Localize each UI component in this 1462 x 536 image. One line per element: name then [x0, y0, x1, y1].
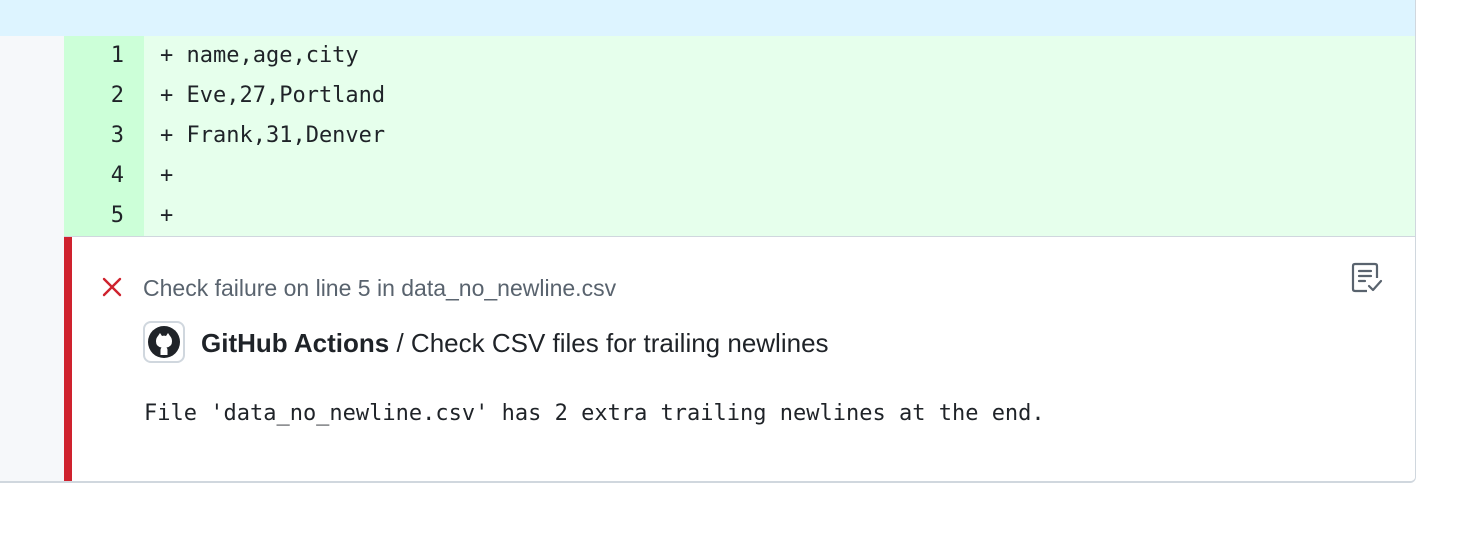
- line-code: +: [160, 203, 174, 228]
- source-separator: /: [389, 328, 411, 358]
- annotation-source: GitHub Actions / Check CSV files for tra…: [201, 327, 829, 359]
- annotation-title: Check failure on line 5 in data_no_newli…: [143, 275, 617, 301]
- line-number[interactable]: 5: [64, 196, 144, 236]
- left-gutter: [0, 36, 64, 481]
- github-logo-icon[interactable]: [143, 321, 185, 363]
- line-number[interactable]: 2: [64, 76, 144, 116]
- diff-line: 5 +: [64, 196, 1415, 236]
- failure-accent-bar: [64, 237, 72, 481]
- line-number[interactable]: 3: [64, 116, 144, 156]
- diff-line: 1 + name,age,city: [64, 36, 1415, 76]
- diff-line: 3 + Frank,31,Denver: [64, 116, 1415, 156]
- line-code: + Eve,27,Portland: [160, 83, 386, 108]
- diff-lines: 1 + name,age,city 2 + Eve,27,Portland 3 …: [64, 36, 1415, 236]
- line-number[interactable]: 1: [64, 36, 144, 76]
- diff-view: 1 + name,age,city 2 + Eve,27,Portland 3 …: [0, 0, 1416, 483]
- diff-line: 2 + Eve,27,Portland: [64, 76, 1415, 116]
- app-name-link[interactable]: GitHub Actions: [201, 328, 389, 358]
- diff-line: 4 +: [64, 156, 1415, 196]
- check-name: Check CSV files for trailing newlines: [410, 328, 829, 358]
- file-check-icon[interactable]: [1350, 261, 1384, 295]
- line-number[interactable]: 4: [64, 156, 144, 196]
- hunk-header[interactable]: [0, 0, 1415, 36]
- line-code: + Frank,31,Denver: [160, 123, 386, 148]
- line-code: +: [160, 163, 174, 188]
- check-annotation: Check failure on line 5 in data_no_newli…: [64, 236, 1415, 481]
- line-code: + name,age,city: [160, 43, 359, 68]
- annotation-message: File 'data_no_newline.csv' has 2 extra t…: [144, 401, 1045, 426]
- x-icon[interactable]: [100, 275, 124, 299]
